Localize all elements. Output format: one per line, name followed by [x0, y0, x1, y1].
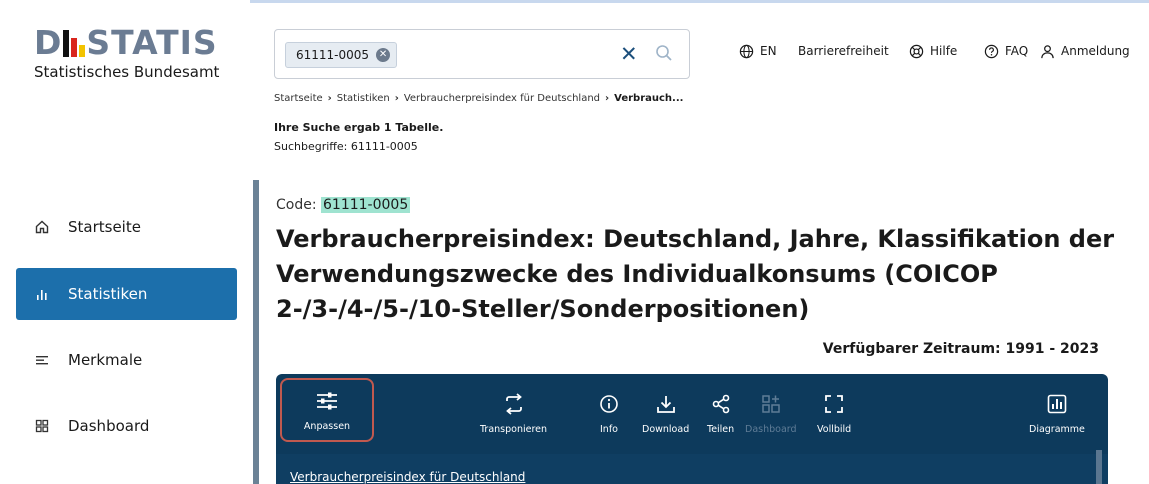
clear-search-icon[interactable]: ✕ — [620, 42, 638, 66]
breadcrumb-item-startseite[interactable]: Startseite — [274, 93, 323, 104]
table-scrollbar[interactable] — [1096, 450, 1102, 484]
sidebar-item-statistiken[interactable]: Statistiken — [16, 268, 237, 320]
sidebar-scrollbar[interactable] — [253, 180, 259, 484]
fullscreen-icon — [824, 392, 844, 416]
help-label: Hilfe — [930, 44, 958, 58]
globe-icon — [739, 44, 754, 59]
search-term-chip[interactable]: 61111-0005 ✕ — [285, 42, 398, 68]
download-button[interactable]: Download — [642, 392, 689, 435]
flag-icon — [63, 30, 86, 57]
language-label: EN — [760, 44, 777, 58]
code-label: Code: — [276, 197, 322, 213]
transponieren-button[interactable]: Transponieren — [480, 392, 547, 435]
info-label: Info — [600, 424, 618, 435]
sliders-icon — [316, 389, 338, 413]
search-result-summary: Ihre Suche ergab 1 Tabelle. — [274, 121, 444, 134]
chevron-right-icon: › — [394, 93, 399, 104]
logo-subtitle: Statistisches Bundesamt — [34, 63, 220, 81]
faq-link[interactable]: FAQ — [984, 41, 1028, 61]
sidebar: D STATIS Statistisches Bundesamt Startse… — [0, 0, 250, 484]
help-link[interactable]: Hilfe — [909, 41, 957, 61]
user-icon — [1040, 44, 1055, 59]
dashboard-add-icon — [761, 392, 781, 416]
dashboard-label: Dashboard — [745, 424, 797, 435]
search-input[interactable]: 61111-0005 ✕ ✕ — [274, 29, 690, 79]
breadcrumb-current: Verbrauch... — [614, 93, 684, 104]
diagramme-button[interactable]: Diagramme — [1029, 392, 1085, 435]
grid-icon — [34, 419, 50, 433]
info-icon — [599, 392, 619, 416]
lines-icon — [34, 353, 50, 367]
anpassen-label: Anpassen — [303, 420, 351, 432]
dashboard-button[interactable]: Dashboard — [745, 392, 797, 435]
vollbild-button[interactable]: Vollbild — [817, 392, 851, 435]
search-terms: Suchbegriffe: 61111-0005 — [274, 140, 418, 153]
accessibility-label: Barrierefreiheit — [798, 44, 889, 58]
accessibility-link[interactable]: Barrierefreiheit — [798, 41, 889, 61]
breadcrumb-item-vpi[interactable]: Verbraucherpreisindex für Deutschland — [404, 93, 600, 104]
sidebar-item-label: Startseite — [68, 218, 141, 236]
page-title: Verbraucherpreisindex: Deutschland, Jahr… — [276, 225, 1115, 323]
bar-chart-icon — [34, 287, 50, 301]
logo-wordmark: D STATIS — [34, 26, 219, 60]
sidebar-item-label: Merkmale — [68, 351, 143, 369]
breadcrumb: Startseite › Statistiken › Verbraucherpr… — [274, 93, 683, 104]
logo-letter-d: D — [34, 23, 63, 62]
breadcrumb-item-statistiken[interactable]: Statistiken — [337, 93, 390, 104]
info-button[interactable]: Info — [599, 392, 619, 435]
sidebar-item-dashboard[interactable]: Dashboard — [16, 400, 237, 452]
transponieren-label: Transponieren — [480, 424, 548, 435]
teilen-label: Teilen — [707, 424, 735, 435]
download-label: Download — [642, 424, 690, 435]
search-icon[interactable] — [655, 44, 673, 66]
faq-label: FAQ — [1005, 44, 1029, 58]
question-circle-icon — [984, 44, 999, 59]
login-label: Anmeldung — [1061, 44, 1130, 58]
chevron-right-icon: › — [605, 93, 610, 104]
table-title-link[interactable]: Verbraucherpreisindex für Deutschland — [290, 470, 525, 484]
logo-word-statis: STATIS — [86, 23, 218, 62]
swap-arrows-icon — [504, 392, 524, 416]
anpassen-button[interactable]: Anpassen — [280, 378, 374, 442]
vollbild-label: Vollbild — [817, 424, 852, 435]
sidebar-item-startseite[interactable]: Startseite — [16, 201, 237, 253]
chevron-right-icon: › — [327, 93, 332, 104]
available-period: Verfügbarer Zeitraum: 1991 - 2023 — [822, 341, 1099, 357]
share-icon — [711, 392, 731, 416]
login-link[interactable]: Anmeldung — [1040, 41, 1130, 61]
table-toolbar: Anpassen Transponieren Info Download Tei… — [276, 374, 1108, 484]
teilen-button[interactable]: Teilen — [707, 392, 734, 435]
diagramme-label: Diagramme — [1029, 424, 1085, 435]
download-icon — [656, 392, 676, 416]
destatis-logo[interactable]: D STATIS Statistisches Bundesamt — [34, 26, 220, 82]
sidebar-item-merkmale[interactable]: Merkmale — [16, 334, 237, 386]
chip-label: 61111-0005 — [296, 48, 370, 62]
lifebuoy-icon — [909, 44, 924, 59]
language-switch[interactable]: EN — [739, 41, 777, 61]
table-header-area: Verbraucherpreisindex für Deutschland — [276, 454, 1108, 484]
chart-icon — [1047, 392, 1067, 416]
table-code: Code: 61111-0005 — [276, 197, 411, 213]
sidebar-item-label: Dashboard — [68, 417, 150, 435]
code-value: 61111-0005 — [321, 197, 411, 213]
home-icon — [34, 220, 50, 234]
chip-remove-icon[interactable]: ✕ — [376, 48, 391, 62]
sidebar-item-label: Statistiken — [68, 285, 148, 303]
